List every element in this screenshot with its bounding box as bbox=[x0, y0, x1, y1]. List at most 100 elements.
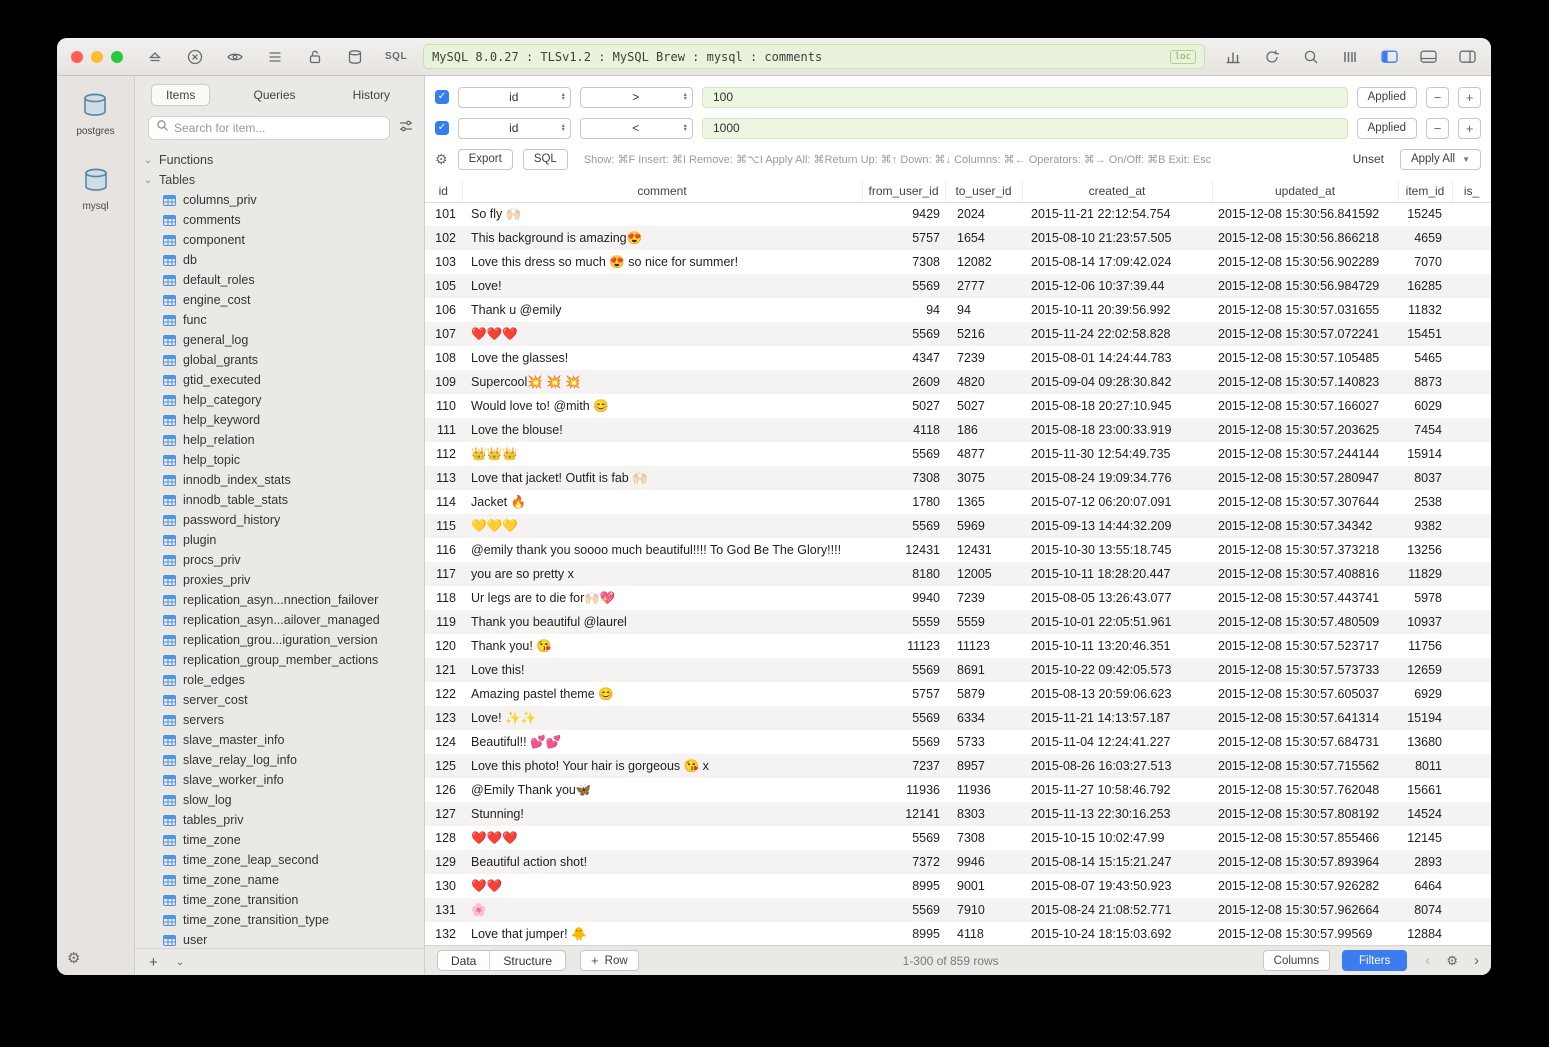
sidebar-table-item[interactable]: help_relation bbox=[135, 430, 424, 450]
cell-is_[interactable] bbox=[1452, 634, 1491, 658]
cell-created_at[interactable]: 2015-08-26 16:03:27.513 bbox=[1022, 754, 1212, 778]
cell-comment[interactable]: Stunning! bbox=[462, 802, 862, 826]
cell-from_user_id[interactable]: 8180 bbox=[862, 562, 945, 586]
cell-created_at[interactable]: 2015-10-22 09:42:05.573 bbox=[1022, 658, 1212, 682]
cell-is_[interactable] bbox=[1452, 514, 1491, 538]
cell-from_user_id[interactable]: 4347 bbox=[862, 346, 945, 370]
sidebar-table-item[interactable]: slave_worker_info bbox=[135, 770, 424, 790]
cell-updated_at[interactable]: 2015-12-08 15:30:57.605037 bbox=[1212, 682, 1398, 706]
export-button[interactable]: Export bbox=[458, 149, 513, 170]
cell-to_user_id[interactable]: 11123 bbox=[945, 634, 1022, 658]
cell-to_user_id[interactable]: 5733 bbox=[945, 730, 1022, 754]
cell-to_user_id[interactable]: 7239 bbox=[945, 346, 1022, 370]
table-row[interactable]: 101So fly 🙌🏻942920242015-11-21 22:12:54.… bbox=[425, 202, 1491, 226]
cell-is_[interactable] bbox=[1452, 754, 1491, 778]
column-header-updated_at[interactable]: updated_at bbox=[1212, 180, 1398, 202]
cell-item_id[interactable]: 8037 bbox=[1398, 466, 1452, 490]
cell-from_user_id[interactable]: 5569 bbox=[862, 442, 945, 466]
column-header-created_at[interactable]: created_at bbox=[1022, 180, 1212, 202]
cell-from_user_id[interactable]: 7308 bbox=[862, 250, 945, 274]
cell-is_[interactable] bbox=[1452, 298, 1491, 322]
table-row[interactable]: 116@emily thank you soooo much beautiful… bbox=[425, 538, 1491, 562]
cell-created_at[interactable]: 2015-11-21 22:12:54.754 bbox=[1022, 202, 1212, 226]
cell-updated_at[interactable]: 2015-12-08 15:30:57.072241 bbox=[1212, 322, 1398, 346]
cell-is_[interactable] bbox=[1452, 370, 1491, 394]
cell-comment[interactable]: Thank you beautiful @laurel bbox=[462, 610, 862, 634]
cell-created_at[interactable]: 2015-08-14 17:09:42.024 bbox=[1022, 250, 1212, 274]
connection-mysql[interactable]: mysql bbox=[81, 167, 111, 212]
cell-updated_at[interactable]: 2015-12-08 15:30:57.408816 bbox=[1212, 562, 1398, 586]
sidebar-table-item[interactable]: replication_group_member_actions bbox=[135, 650, 424, 670]
add-filter-button[interactable]: + bbox=[1458, 87, 1481, 108]
cell-item_id[interactable]: 8011 bbox=[1398, 754, 1452, 778]
group-functions[interactable]: ⌄ Functions bbox=[135, 150, 424, 170]
add-filter-button[interactable]: + bbox=[1458, 118, 1481, 139]
table-row[interactable]: 120Thank you! 😘11123111232015-10-11 13:2… bbox=[425, 634, 1491, 658]
cell-item_id[interactable]: 12145 bbox=[1398, 826, 1452, 850]
cell-id[interactable]: 103 bbox=[425, 250, 462, 274]
cell-updated_at[interactable]: 2015-12-08 15:30:57.34342 bbox=[1212, 514, 1398, 538]
cell-is_[interactable] bbox=[1452, 442, 1491, 466]
cell-item_id[interactable]: 7454 bbox=[1398, 418, 1452, 442]
cell-is_[interactable] bbox=[1452, 730, 1491, 754]
cell-item_id[interactable]: 5465 bbox=[1398, 346, 1452, 370]
table-row[interactable]: 131🌸556979102015-08-24 21:08:52.7712015-… bbox=[425, 898, 1491, 922]
cell-id[interactable]: 112 bbox=[425, 442, 462, 466]
cell-id[interactable]: 107 bbox=[425, 322, 462, 346]
cell-updated_at[interactable]: 2015-12-08 15:30:57.307644 bbox=[1212, 490, 1398, 514]
cell-id[interactable]: 123 bbox=[425, 706, 462, 730]
table-row[interactable]: 118Ur legs are to die for🙌🏻💖994072392015… bbox=[425, 586, 1491, 610]
cell-updated_at[interactable]: 2015-12-08 15:30:57.244144 bbox=[1212, 442, 1398, 466]
cell-updated_at[interactable]: 2015-12-08 15:30:56.984729 bbox=[1212, 274, 1398, 298]
cell-comment[interactable]: ❤️❤️❤️ bbox=[462, 826, 862, 850]
cell-item_id[interactable]: 8074 bbox=[1398, 898, 1452, 922]
table-row[interactable]: 124Beautiful!! 💕💕556957332015-11-04 12:2… bbox=[425, 730, 1491, 754]
cell-from_user_id[interactable]: 5027 bbox=[862, 394, 945, 418]
zoom-window-button[interactable] bbox=[111, 51, 123, 63]
cell-item_id[interactable]: 6029 bbox=[1398, 394, 1452, 418]
cell-comment[interactable]: Would love to! @mith 😊 bbox=[462, 394, 862, 418]
column-header-is_[interactable]: is_ bbox=[1452, 180, 1491, 202]
cell-id[interactable]: 129 bbox=[425, 850, 462, 874]
cell-item_id[interactable]: 8873 bbox=[1398, 370, 1452, 394]
cell-updated_at[interactable]: 2015-12-08 15:30:57.573733 bbox=[1212, 658, 1398, 682]
cell-created_at[interactable]: 2015-08-18 23:00:33.919 bbox=[1022, 418, 1212, 442]
cell-updated_at[interactable]: 2015-12-08 15:30:57.443741 bbox=[1212, 586, 1398, 610]
chart-icon[interactable] bbox=[1223, 47, 1243, 67]
lock-icon[interactable] bbox=[305, 47, 325, 67]
filter-column-select[interactable]: id ▲▼ bbox=[458, 87, 571, 108]
sidebar-table-item[interactable]: user bbox=[135, 930, 424, 948]
cell-updated_at[interactable]: 2015-12-08 15:30:57.203625 bbox=[1212, 418, 1398, 442]
cell-is_[interactable] bbox=[1452, 682, 1491, 706]
cell-is_[interactable] bbox=[1452, 418, 1491, 442]
cell-is_[interactable] bbox=[1452, 538, 1491, 562]
cell-created_at[interactable]: 2015-09-13 14:44:32.209 bbox=[1022, 514, 1212, 538]
sidebar-table-item[interactable]: func bbox=[135, 310, 424, 330]
filter-sliders-icon[interactable] bbox=[398, 118, 414, 139]
filter-checkbox[interactable]: ✓ bbox=[435, 121, 449, 135]
sidebar-table-item[interactable]: global_grants bbox=[135, 350, 424, 370]
cell-is_[interactable] bbox=[1452, 226, 1491, 250]
cell-to_user_id[interactable]: 5879 bbox=[945, 682, 1022, 706]
tab-items[interactable]: Items bbox=[151, 84, 210, 106]
cell-from_user_id[interactable]: 7372 bbox=[862, 850, 945, 874]
cell-item_id[interactable]: 15194 bbox=[1398, 706, 1452, 730]
table-row[interactable]: 119Thank you beautiful @laurel5559555920… bbox=[425, 610, 1491, 634]
sidebar-table-item[interactable]: replication_grou...iguration_version bbox=[135, 630, 424, 650]
cell-to_user_id[interactable]: 12005 bbox=[945, 562, 1022, 586]
cell-created_at[interactable]: 2015-08-07 19:43:50.923 bbox=[1022, 874, 1212, 898]
cell-is_[interactable] bbox=[1452, 706, 1491, 730]
cell-comment[interactable]: Love this dress so much 😍 so nice for su… bbox=[462, 250, 862, 274]
close-window-button[interactable] bbox=[71, 51, 83, 63]
cell-updated_at[interactable]: 2015-12-08 15:30:57.166027 bbox=[1212, 394, 1398, 418]
filter-column-select[interactable]: id ▲▼ bbox=[458, 118, 571, 139]
table-row[interactable]: 117you are so pretty x8180120052015-10-1… bbox=[425, 562, 1491, 586]
cell-updated_at[interactable]: 2015-12-08 15:30:57.280947 bbox=[1212, 466, 1398, 490]
cell-created_at[interactable]: 2015-12-06 10:37:39.44 bbox=[1022, 274, 1212, 298]
cell-id[interactable]: 128 bbox=[425, 826, 462, 850]
sidebar-table-item[interactable]: procs_priv bbox=[135, 550, 424, 570]
cell-is_[interactable] bbox=[1452, 898, 1491, 922]
table-row[interactable]: 123Love! ✨✨556963342015-11-21 14:13:57.1… bbox=[425, 706, 1491, 730]
cell-id[interactable]: 118 bbox=[425, 586, 462, 610]
cell-updated_at[interactable]: 2015-12-08 15:30:56.902289 bbox=[1212, 250, 1398, 274]
